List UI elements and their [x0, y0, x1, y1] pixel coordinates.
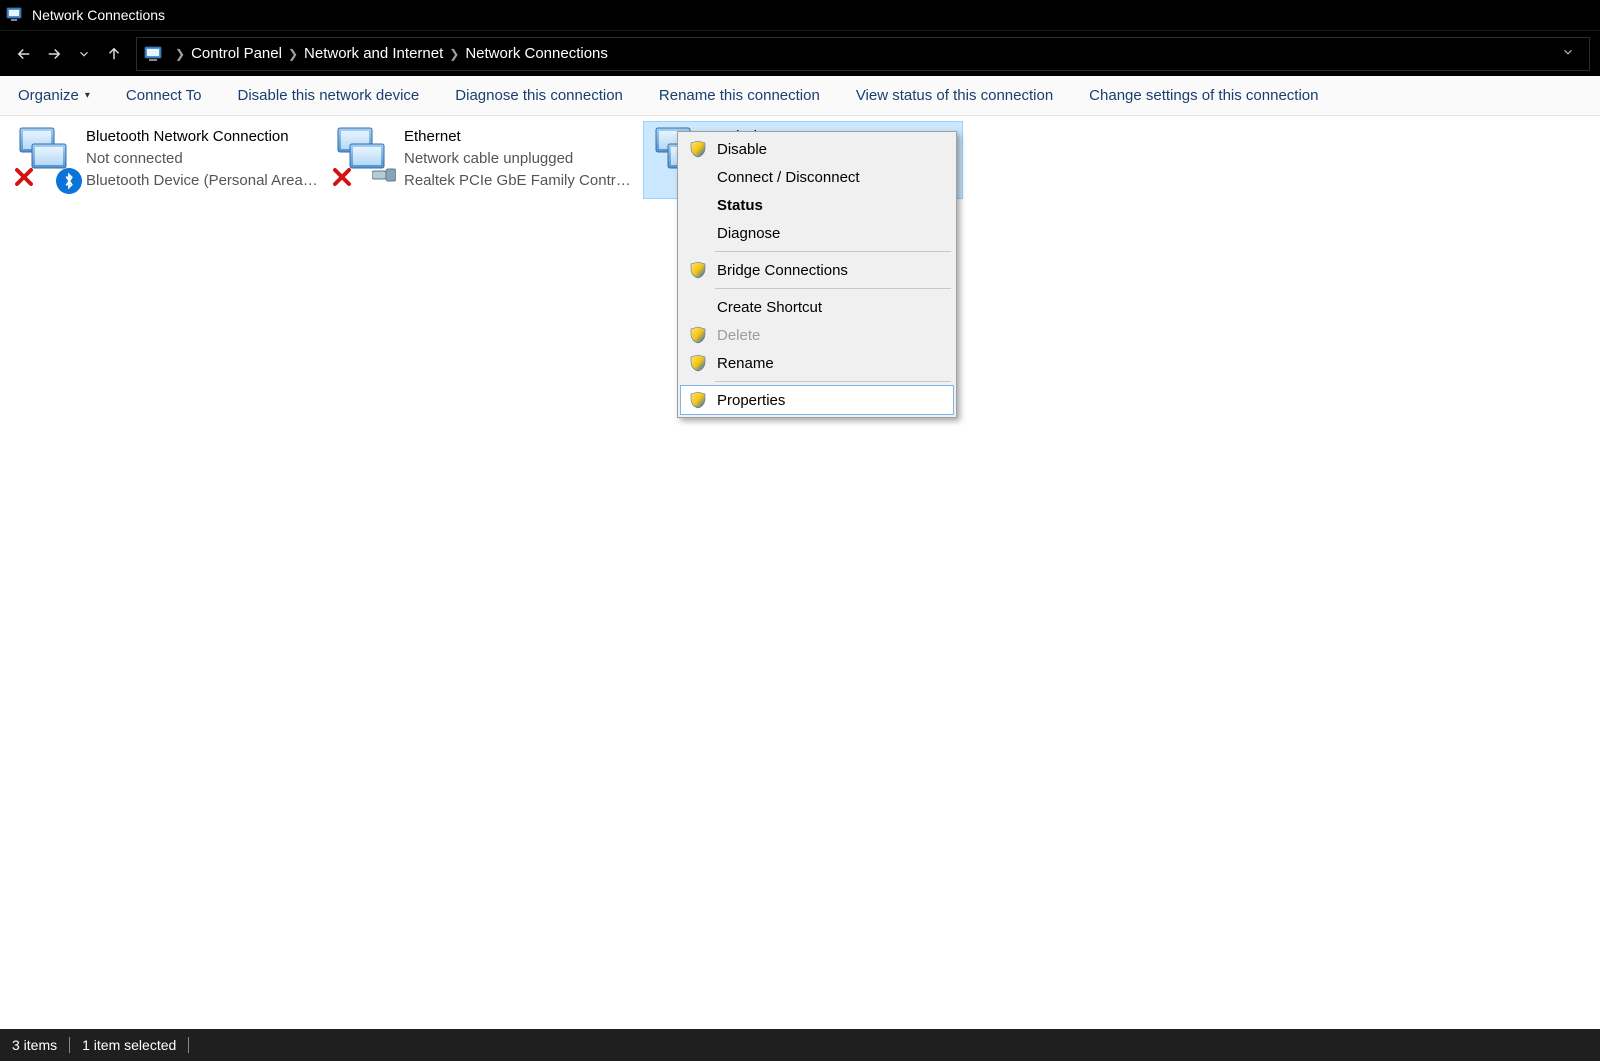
status-separator: [188, 1037, 189, 1053]
context-menu-item[interactable]: Status: [681, 191, 953, 219]
caret-down-icon: ▾: [85, 90, 90, 101]
context-menu-item: Delete: [681, 321, 953, 349]
uac-shield-icon: [689, 140, 707, 158]
up-button[interactable]: [100, 40, 128, 68]
context-menu-separator: [715, 288, 951, 289]
connection-detail: Realtek PCIe GbE Family Controller: [404, 170, 636, 192]
breadcrumb-item[interactable]: Control Panel: [191, 45, 282, 62]
context-menu-item[interactable]: Diagnose: [681, 219, 953, 247]
disable-device-button[interactable]: Disable this network device: [220, 76, 438, 115]
window-title: Network Connections: [32, 7, 165, 23]
connection-item[interactable]: Bluetooth Network ConnectionNot connecte…: [8, 122, 326, 198]
context-menu-label: Status: [717, 197, 763, 214]
uac-shield-icon: [689, 391, 707, 409]
app-icon: [6, 6, 24, 24]
context-menu-item[interactable]: Properties: [681, 386, 953, 414]
back-button[interactable]: [10, 40, 38, 68]
context-menu-item[interactable]: Create Shortcut: [681, 293, 953, 321]
uac-shield-icon: [689, 354, 707, 372]
title-bar: Network Connections: [0, 0, 1600, 30]
context-menu-label: Delete: [717, 327, 760, 344]
status-items-count: 3 items: [12, 1037, 57, 1053]
connection-name: Bluetooth Network Connection: [86, 126, 318, 148]
context-menu-label: Disable: [717, 141, 767, 158]
disconnected-x-icon: [14, 167, 34, 192]
connection-icon: [14, 126, 80, 192]
context-menu: Disable Connect / Disconnect Status Diagnos…: [677, 131, 957, 418]
context-menu-item[interactable]: Rename: [681, 349, 953, 377]
change-settings-button[interactable]: Change settings of this connection: [1071, 76, 1336, 115]
context-menu-label: Rename: [717, 355, 774, 372]
connection-status: Network cable unplugged: [404, 148, 636, 170]
context-menu-separator: [715, 381, 951, 382]
context-menu-item[interactable]: Connect / Disconnect: [681, 163, 953, 191]
connection-text: Bluetooth Network ConnectionNot connecte…: [86, 126, 318, 192]
rename-connection-button[interactable]: Rename this connection: [641, 76, 838, 115]
breadcrumb-dropdown-button[interactable]: [1553, 39, 1583, 68]
status-separator: [69, 1037, 70, 1053]
context-menu-item[interactable]: Disable: [681, 135, 953, 163]
forward-button[interactable]: [40, 40, 68, 68]
context-menu-label: Bridge Connections: [717, 262, 848, 279]
breadcrumb-item[interactable]: Network and Internet: [304, 45, 443, 62]
connect-to-button[interactable]: Connect To: [108, 76, 220, 115]
organize-label: Organize: [18, 87, 79, 104]
status-bar: 3 items 1 item selected: [0, 1029, 1600, 1061]
connection-text: EthernetNetwork cable unpluggedRealtek P…: [404, 126, 636, 192]
connection-icon: [332, 126, 398, 192]
context-menu-label: Connect / Disconnect: [717, 169, 860, 186]
view-status-button[interactable]: View status of this connection: [838, 76, 1071, 115]
context-menu-label: Create Shortcut: [717, 299, 822, 316]
context-menu-item[interactable]: Bridge Connections: [681, 256, 953, 284]
status-selection: 1 item selected: [82, 1037, 176, 1053]
context-menu-label: Diagnose: [717, 225, 780, 242]
breadcrumb-item[interactable]: Network Connections: [465, 45, 608, 62]
disconnected-x-icon: [332, 167, 352, 192]
command-bar: Organize ▾ Connect To Disable this netwo…: [0, 76, 1600, 116]
diagnose-connection-button[interactable]: Diagnose this connection: [437, 76, 641, 115]
connection-detail: Bluetooth Device (Personal Area ...: [86, 170, 318, 192]
recent-dropdown-button[interactable]: [70, 40, 98, 68]
chevron-right-icon[interactable]: ❯: [449, 47, 459, 61]
context-menu-label: Properties: [717, 392, 785, 409]
ethernet-plug-icon: [372, 167, 396, 188]
bluetooth-icon: [56, 168, 82, 194]
connection-name: Ethernet: [404, 126, 636, 148]
uac-shield-icon: [689, 261, 707, 279]
address-bar: ❯ Control Panel ❯ Network and Internet ❯…: [0, 30, 1600, 76]
organize-menu[interactable]: Organize ▾: [0, 76, 108, 115]
breadcrumb-icon: [143, 43, 165, 65]
uac-shield-icon: [689, 326, 707, 344]
connection-item[interactable]: EthernetNetwork cable unpluggedRealtek P…: [326, 122, 644, 198]
context-menu-separator: [715, 251, 951, 252]
breadcrumb[interactable]: ❯ Control Panel ❯ Network and Internet ❯…: [136, 37, 1590, 71]
chevron-right-icon[interactable]: ❯: [288, 47, 298, 61]
chevron-right-icon[interactable]: ❯: [175, 47, 185, 61]
connection-status: Not connected: [86, 148, 318, 170]
